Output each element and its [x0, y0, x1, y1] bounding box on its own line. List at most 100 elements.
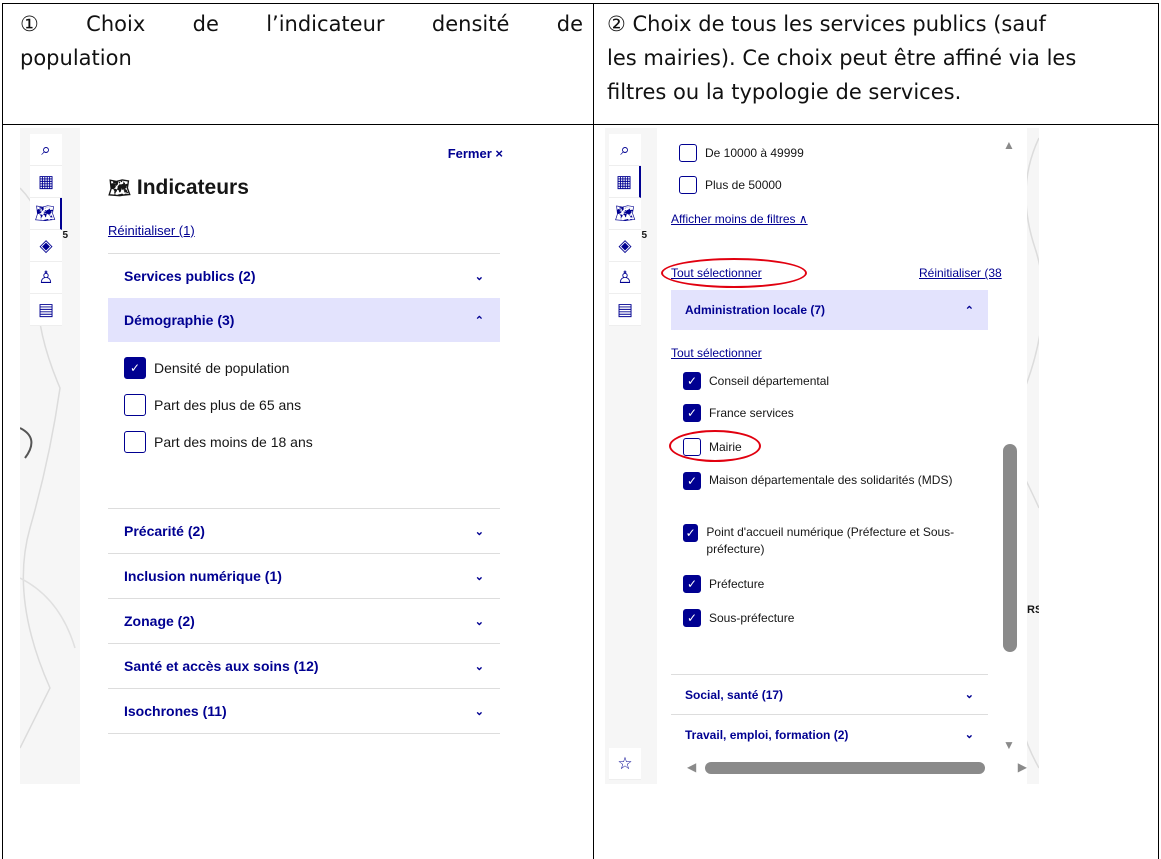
accordion-label: Social, santé (17) [685, 687, 784, 702]
filter-label: De 10000 à 49999 [705, 146, 804, 160]
accordion-header[interactable]: Inclusion numérique (1) ⌄ [108, 554, 500, 598]
accordion-precarite[interactable]: Précarité (2) ⌄ [108, 508, 500, 553]
chevron-up-icon: ⌃ [474, 314, 484, 327]
checkbox-unchecked[interactable] [679, 144, 697, 162]
location-person-icon[interactable]: ♙ [30, 262, 62, 294]
accordion-header[interactable]: Démographie (3) ⌃ [108, 298, 500, 342]
checkbox-row[interactable]: ✓ Maison départementale des solidarités (… [683, 472, 963, 490]
accordion-header[interactable]: Services publics (2) ⌄ [108, 254, 500, 298]
accordion-header[interactable]: Santé et accès aux soins (12) ⌄ [108, 644, 500, 688]
checkbox-unchecked[interactable] [124, 431, 146, 453]
accordion-demographie[interactable]: Démographie (3) ⌃ [108, 298, 500, 342]
cell1-caption-line1: ① Choix de l’indicateur densité de [20, 7, 583, 41]
checkbox-label: Sous-préfecture [709, 611, 795, 625]
cell2-caption-line: les mairies). Ce choix peut être affiné … [607, 46, 1077, 70]
document-icon[interactable]: ▤ [30, 294, 62, 326]
checkbox-unchecked[interactable] [124, 394, 146, 416]
accordion-header[interactable]: Précarité (2) ⌄ [108, 509, 500, 553]
filter-row[interactable]: Plus de 50000 [679, 176, 782, 194]
accordion-header[interactable]: Administration locale (7) ⌃ [671, 290, 988, 330]
scrollbar-thumb[interactable] [705, 762, 985, 774]
checkbox-checked[interactable]: ✓ [683, 404, 701, 422]
accordion-header[interactable]: Zonage (2) ⌄ [108, 599, 500, 643]
accordion-header[interactable]: Travail, emploi, formation (2) ⌄ [671, 714, 988, 754]
accordion-isochrones[interactable]: Isochrones (11) ⌄ [108, 688, 500, 734]
cell1-caption: ① Choix de l’indicateur densité de popul… [20, 7, 583, 75]
building-icon[interactable]: ▦ [30, 166, 62, 198]
accordion-sante[interactable]: Santé et accès aux soins (12) ⌄ [108, 643, 500, 688]
filter-row[interactable]: De 10000 à 49999 [679, 144, 804, 162]
scroll-right-icon[interactable]: ▶ [1018, 760, 1027, 774]
checkbox-row[interactable]: ✓ Préfecture [683, 575, 764, 593]
chevron-down-icon: ⌄ [964, 689, 974, 701]
caption-word: l’indicateur [266, 12, 385, 36]
accordion-header[interactable]: Social, santé (17) ⌄ [671, 674, 988, 714]
panel-title-text: Indicateurs [136, 176, 249, 199]
reset-link[interactable]: Réinitialiser (1) [108, 223, 195, 238]
checkbox-checked[interactable]: ✓ [683, 575, 701, 593]
table-border-middle [593, 3, 594, 859]
services-panel: De 10000 à 49999 Plus de 50000 Afficher … [657, 128, 1027, 784]
accordion-travail[interactable]: Travail, emploi, formation (2) ⌄ [671, 714, 988, 754]
checkbox-row[interactable]: Part des plus de 65 ans [124, 394, 301, 416]
less-filters-link[interactable]: Afficher moins de filtres ∧ [671, 212, 808, 226]
checkbox-row[interactable]: ✓ Conseil départemental [683, 372, 829, 390]
scroll-up-icon[interactable]: ▲ [1003, 138, 1015, 152]
building-icon[interactable]: ▦ [609, 166, 641, 198]
france-icon[interactable]: ☆ [609, 748, 641, 780]
accordion-administration-locale[interactable]: Administration locale (7) ⌃ [671, 290, 988, 330]
checkbox-row[interactable]: Part des moins de 18 ans [124, 431, 313, 453]
checkbox-unchecked[interactable] [679, 176, 697, 194]
scroll-left-icon[interactable]: ◀ [687, 760, 696, 774]
checkbox-row[interactable]: ✓ France services [683, 404, 794, 422]
accordion-label: Zonage (2) [124, 613, 195, 629]
search-icon[interactable]: ⌕ [30, 134, 62, 166]
reset-link[interactable]: Réinitialiser (38 [919, 266, 1002, 280]
vertical-scrollbar[interactable]: ▲ ▼ [1001, 138, 1017, 752]
map-icon[interactable]: 🗺 [609, 198, 641, 230]
checkbox-label: Point d'accueil numérique (Préfecture et… [706, 525, 955, 556]
layers-icon[interactable]: ◈ 5 [30, 230, 68, 262]
checkbox-label: Part des plus de 65 ans [154, 397, 302, 413]
map-toolbar: ⌕ ▦ 🗺 ◈ 5 ♙ ▤ [30, 134, 68, 326]
search-icon[interactable]: ⌕ [609, 134, 641, 166]
checkbox-checked[interactable]: ✓ [124, 357, 146, 379]
checkbox-label: Densité de population [154, 360, 290, 376]
checkbox-checked[interactable]: ✓ [683, 524, 699, 542]
horizontal-scrollbar[interactable]: ◀ ▶ [687, 760, 1027, 776]
accordion-zonage[interactable]: Zonage (2) ⌄ [108, 598, 500, 643]
checkbox-row[interactable]: ✓ Densité de population [124, 357, 289, 379]
close-button[interactable]: Fermer × [448, 146, 503, 161]
checkbox-checked[interactable]: ✓ [683, 472, 701, 490]
scrollbar-thumb[interactable] [1003, 444, 1017, 652]
filter-label: Plus de 50000 [705, 178, 782, 192]
accordion-header[interactable]: Isochrones (11) ⌄ [108, 689, 500, 733]
accordion-label: Démographie (3) [124, 312, 235, 328]
document-icon[interactable]: ▤ [609, 294, 641, 326]
checkbox-row[interactable]: ✓ Sous-préfecture [683, 609, 794, 627]
checkbox-checked[interactable]: ✓ [683, 372, 701, 390]
caption-word: densité [431, 12, 510, 36]
accordion-inclusion[interactable]: Inclusion numérique (1) ⌄ [108, 553, 500, 598]
highlight-ellipse [669, 430, 761, 462]
accordion-social-sante[interactable]: Social, santé (17) ⌄ [671, 674, 988, 714]
checkbox-label: Maison départementale des solidarités (M… [709, 473, 953, 487]
location-person-icon[interactable]: ♙ [609, 262, 641, 294]
cell2-caption: ② Choix de tous les services publics (sa… [607, 7, 1157, 109]
layers-icon[interactable]: ◈ 5 [609, 230, 647, 262]
checkbox-checked[interactable]: ✓ [683, 609, 701, 627]
scroll-down-icon[interactable]: ▼ [1003, 738, 1015, 752]
chevron-down-icon: ⌄ [474, 525, 484, 538]
screenshot-services: ⌕ ▦ 🗺 ◈ 5 ♙ ▤ ☆ De 10000 à 49999 Plus de … [605, 128, 1039, 784]
checkbox-label: Conseil départemental [709, 374, 830, 388]
cell2-caption-line: filtres ou la typologie de services. [607, 80, 962, 104]
accordion-services-publics[interactable]: Services publics (2) ⌄ [108, 253, 500, 298]
checkbox-row[interactable]: ✓ Point d'accueil numérique (Préfecture e… [683, 524, 963, 558]
chevron-up-icon: ⌃ [964, 304, 974, 317]
select-all-link[interactable]: Tout sélectionner [671, 346, 762, 360]
map-icon: 🗺 [108, 178, 131, 198]
caption-word: de [556, 12, 583, 36]
accordion-label: Santé et accès aux soins (12) [124, 658, 319, 674]
accordion-label: Services publics (2) [124, 268, 256, 284]
map-icon[interactable]: 🗺 [30, 198, 62, 230]
